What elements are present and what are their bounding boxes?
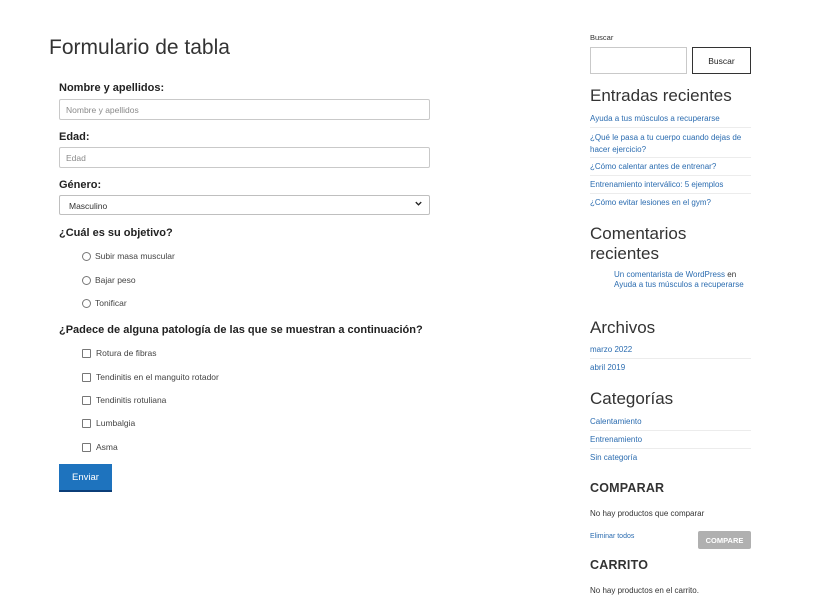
radio-button[interactable] xyxy=(82,251,91,261)
compare-clear-link[interactable]: Eliminar todos xyxy=(590,533,634,540)
search-button[interactable]: Buscar xyxy=(692,47,751,74)
chevron-down-icon xyxy=(415,201,422,206)
recent-comments-title-line1: Comentarios xyxy=(590,224,687,243)
pathology-option[interactable]: Tendinitis rotuliana xyxy=(82,393,166,407)
gender-select[interactable]: Masculino xyxy=(59,195,430,215)
age-label: Edad: xyxy=(59,131,90,143)
comment-post-link[interactable]: Ayuda a tus músculos a recuperarse xyxy=(614,280,744,289)
divider xyxy=(590,175,751,176)
compare-button[interactable]: COMPARE xyxy=(698,531,751,549)
recent-posts-title: Entradas recientes xyxy=(590,86,732,105)
divider xyxy=(590,430,751,431)
recent-comment: Un comentarista de WordPress en Ayuda a … xyxy=(614,270,754,290)
divider xyxy=(590,193,751,194)
categories-title: Categorías xyxy=(590,389,674,408)
archive-link[interactable]: abril 2019 xyxy=(590,363,625,372)
recent-post-link[interactable]: Ayuda a tus músculos a recuperarse xyxy=(590,114,720,123)
search-input[interactable] xyxy=(590,47,687,74)
pathology-option-label: Tendinitis rotuliana xyxy=(96,395,167,405)
search-label: Buscar xyxy=(590,33,614,42)
pathology-option[interactable]: Tendinitis en el manguito rotador xyxy=(82,370,219,384)
radio-button[interactable] xyxy=(82,298,91,308)
compare-title: COMPARAR xyxy=(590,481,665,495)
goal-option[interactable]: Subir masa muscular xyxy=(82,249,175,263)
page-title: Formulario de tabla xyxy=(49,36,230,59)
comment-author-link[interactable]: Un comentarista de WordPress xyxy=(614,270,725,279)
checkbox[interactable] xyxy=(82,442,91,452)
gender-select-value: Masculino xyxy=(69,201,108,211)
checkbox[interactable] xyxy=(82,395,91,405)
pathology-option[interactable]: Asma xyxy=(82,440,118,454)
pathology-option-label: Rotura de fibras xyxy=(96,348,157,358)
pathology-option-label: Lumbalgia xyxy=(96,418,136,428)
goal-option[interactable]: Bajar peso xyxy=(82,273,136,287)
comment-connector: en xyxy=(727,270,737,279)
name-input[interactable] xyxy=(59,99,430,120)
goal-option-label: Subir masa muscular xyxy=(95,251,175,261)
recent-post-link[interactable]: ¿Qué le pasa a tu cuerpo cuando dejas de… xyxy=(590,132,751,156)
recent-post-link[interactable]: ¿Cómo evitar lesiones en el gym? xyxy=(590,198,711,207)
recent-comments-title-line2: recientes xyxy=(590,244,659,263)
recent-post-link[interactable]: ¿Cómo calentar antes de entrenar? xyxy=(590,162,716,171)
checkbox[interactable] xyxy=(82,348,91,358)
gender-label: Género: xyxy=(59,179,102,191)
checkbox[interactable] xyxy=(82,372,91,382)
goal-label: ¿Cuál es su objetivo? xyxy=(59,227,173,239)
pathology-option[interactable]: Rotura de fibras xyxy=(82,346,156,360)
category-link[interactable]: Entrenamiento xyxy=(590,435,642,444)
submit-button[interactable]: Enviar xyxy=(59,464,112,492)
divider xyxy=(590,157,751,158)
divider xyxy=(590,127,751,128)
divider xyxy=(590,358,751,359)
pathology-option[interactable]: Lumbalgia xyxy=(82,416,135,430)
archive-link[interactable]: marzo 2022 xyxy=(590,345,632,354)
pathology-option-label: Asma xyxy=(96,442,118,452)
recent-post-link[interactable]: Entrenamiento interválico: 5 ejemplos xyxy=(590,180,723,189)
category-link[interactable]: Calentamiento xyxy=(590,417,642,426)
recent-comments-title: Comentarios recientes xyxy=(590,224,686,264)
archives-title: Archivos xyxy=(590,318,656,337)
goal-option-label: Tonificar xyxy=(95,298,127,308)
pathology-label: ¿Padece de alguna patología de las que s… xyxy=(59,324,423,336)
cart-empty-text: No hay productos en el carrito. xyxy=(590,586,699,595)
goal-option-label: Bajar peso xyxy=(95,275,136,285)
pathology-option-label: Tendinitis en el manguito rotador xyxy=(96,372,219,382)
cart-title: CARRITO xyxy=(590,558,649,572)
radio-button[interactable] xyxy=(82,275,91,285)
age-input[interactable] xyxy=(59,147,430,168)
category-link[interactable]: Sin categoría xyxy=(590,453,637,462)
goal-option[interactable]: Tonificar xyxy=(82,296,127,310)
name-label: Nombre y apellidos: xyxy=(59,82,165,94)
checkbox[interactable] xyxy=(82,418,91,428)
divider xyxy=(590,448,751,449)
compare-empty-text: No hay productos que comparar xyxy=(590,509,705,518)
